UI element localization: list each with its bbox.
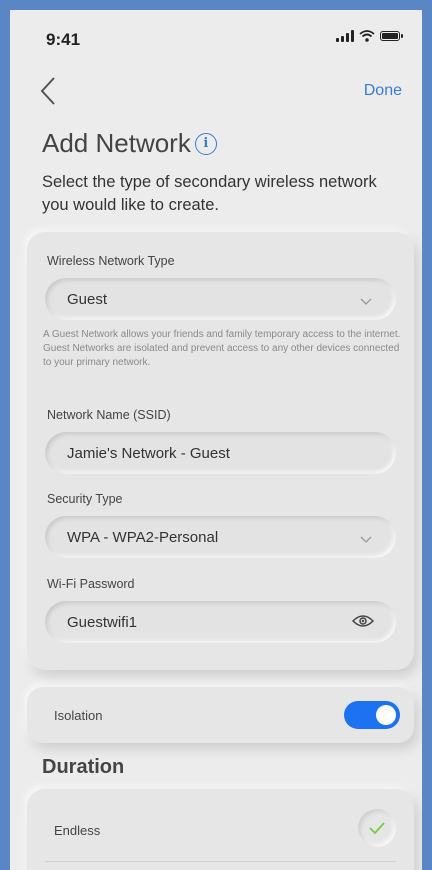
duration-option-endless-radio[interactable] [358, 809, 396, 847]
show-password-eye-icon[interactable] [352, 614, 374, 628]
security-type-label: Security Type [47, 492, 123, 506]
done-button[interactable]: Done [364, 82, 402, 100]
ssid-input[interactable]: Jamie's Network - Guest [45, 432, 396, 474]
duration-option-endless-label: Endless [54, 823, 101, 838]
title-row: Add Network i [42, 128, 217, 159]
wifi-icon [359, 30, 375, 42]
network-type-value: Guest [67, 290, 108, 308]
duration-title: Duration [42, 756, 125, 778]
status-time: 9:41 [46, 30, 81, 49]
phone-screen: 9:41 Done Add Network i Select the type … [10, 10, 422, 870]
ssid-label: Network Name (SSID) [47, 408, 171, 422]
isolation-toggle[interactable] [344, 701, 400, 729]
battery-icon [380, 31, 403, 41]
toggle-knob [376, 705, 396, 725]
network-type-label: Wireless Network Type [47, 254, 175, 268]
security-type-value: WPA - WPA2-Personal [67, 528, 219, 546]
cellular-signal-icon [336, 30, 354, 42]
back-chevron-icon[interactable] [34, 74, 64, 108]
divider [45, 861, 396, 862]
password-label: Wi-Fi Password [47, 577, 135, 591]
status-bar: 9:41 [10, 10, 422, 60]
chevron-down-icon [360, 298, 372, 305]
isolation-card: Isolation [27, 687, 414, 743]
checkmark-icon [369, 822, 385, 835]
security-type-select[interactable]: WPA - WPA2-Personal [45, 516, 396, 558]
network-type-select[interactable]: Guest [45, 278, 396, 320]
password-value: Guestwifi1 [67, 613, 138, 631]
network-settings-card: Wireless Network Type Guest A Guest Netw… [27, 232, 414, 670]
password-input[interactable]: Guestwifi1 [45, 601, 396, 643]
page-title: Add Network [42, 128, 191, 158]
duration-card: Endless [27, 789, 414, 870]
isolation-label: Isolation [54, 708, 103, 723]
nav-bar: Done [10, 70, 422, 110]
network-type-help-text: A Guest Network allows your friends and … [43, 329, 401, 368]
page-subtitle: Select the type of secondary wireless ne… [42, 173, 377, 214]
ssid-value: Jamie's Network - Guest [67, 444, 230, 462]
chevron-down-icon [360, 536, 372, 543]
info-icon[interactable]: i [194, 132, 217, 155]
status-icons [336, 30, 403, 42]
